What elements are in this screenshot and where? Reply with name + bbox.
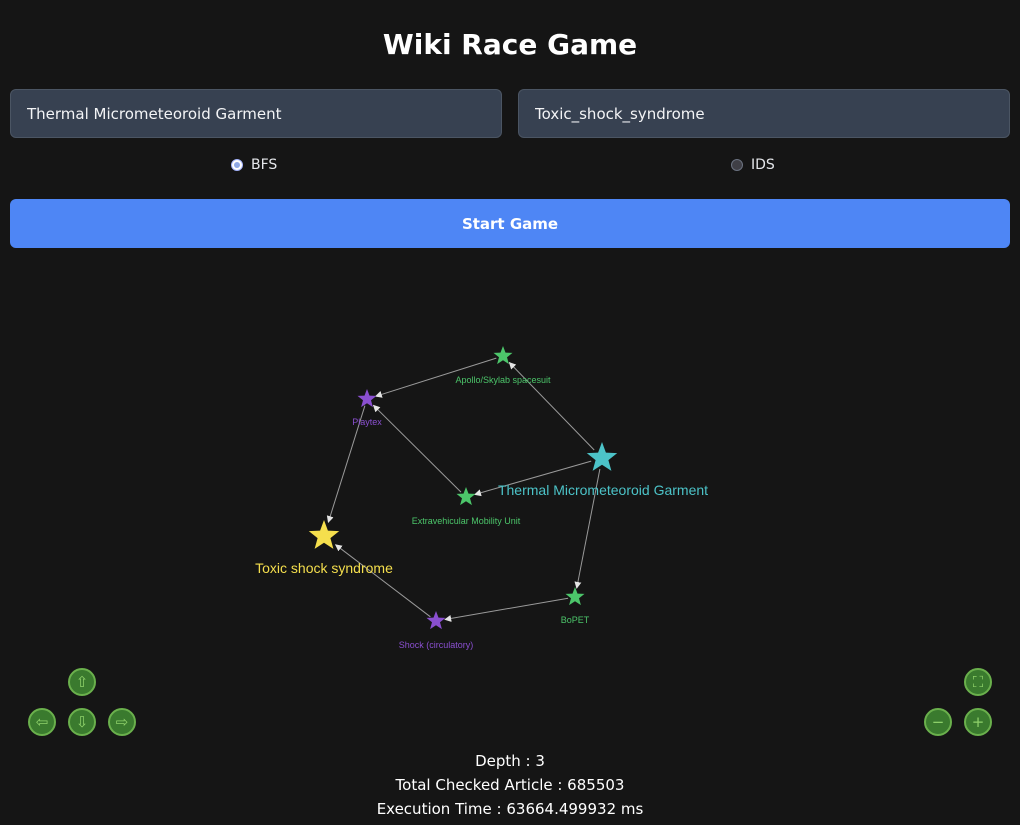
graph-node-label: Extravehicular Mobility Unit: [412, 516, 521, 526]
pan-right-button[interactable]: ⇨: [108, 708, 136, 736]
zoom-in-icon: +: [971, 712, 985, 731]
zoom-out-icon: −: [931, 712, 945, 731]
star-icon: [493, 346, 513, 365]
graph-node-tmg[interactable]: Thermal Micrometeoroid Garment: [498, 442, 708, 498]
zoom-in-button[interactable]: +: [964, 708, 992, 736]
graph-node-bopet[interactable]: BoPET: [561, 587, 590, 625]
total-checked-stat: Total Checked Article : 685503: [395, 776, 625, 794]
graph-node-label: BoPET: [561, 615, 590, 625]
pan-up-button[interactable]: ⇧: [68, 668, 96, 696]
path-graph[interactable]: Thermal Micrometeoroid Garment Apollo/Sky…: [0, 0, 1020, 825]
graph-node-toxic[interactable]: Toxic shock syndrome: [255, 520, 393, 576]
graph-node-label: Toxic shock syndrome: [255, 560, 393, 576]
graph-node-playtex[interactable]: Playtex: [352, 389, 382, 427]
star-icon: [565, 587, 585, 606]
depth-stat: Depth : 3: [475, 752, 545, 770]
star-icon: [308, 520, 340, 549]
wiki-race-page: Wiki Race Game BFS IDS Start Game Therma…: [0, 0, 1020, 825]
graph-node-label: Shock (circulatory): [399, 640, 474, 650]
zoom-fit-button[interactable]: ⛶: [964, 668, 992, 696]
left-arrow-icon: ⇦: [35, 712, 49, 731]
down-arrow-icon: ⇩: [75, 712, 89, 731]
graph-edge-emu-playtex: [372, 404, 462, 493]
graph-nodes: Thermal Micrometeoroid Garment Apollo/Sky…: [255, 346, 708, 650]
star-icon: [586, 442, 618, 471]
pan-left-button[interactable]: ⇦: [28, 708, 56, 736]
graph-node-apollo[interactable]: Apollo/Skylab spacesuit: [455, 346, 551, 385]
execution-time-stat: Execution Time : 63664.499932 ms: [376, 800, 644, 818]
up-arrow-icon: ⇧: [75, 672, 89, 691]
graph-edge-shock-toxic: [334, 544, 431, 618]
star-icon: [426, 611, 446, 630]
right-arrow-icon: ⇨: [115, 712, 129, 731]
graph-node-label: Thermal Micrometeoroid Garment: [498, 482, 708, 498]
graph-node-label: Playtex: [352, 417, 382, 427]
pan-down-button[interactable]: ⇩: [68, 708, 96, 736]
graph-node-label: Apollo/Skylab spacesuit: [455, 375, 551, 385]
star-icon: [456, 487, 476, 506]
star-icon: [357, 389, 377, 408]
graph-edge-bopet-shock: [444, 597, 569, 622]
fit-icon: ⛶: [972, 672, 984, 691]
zoom-out-button[interactable]: −: [924, 708, 952, 736]
